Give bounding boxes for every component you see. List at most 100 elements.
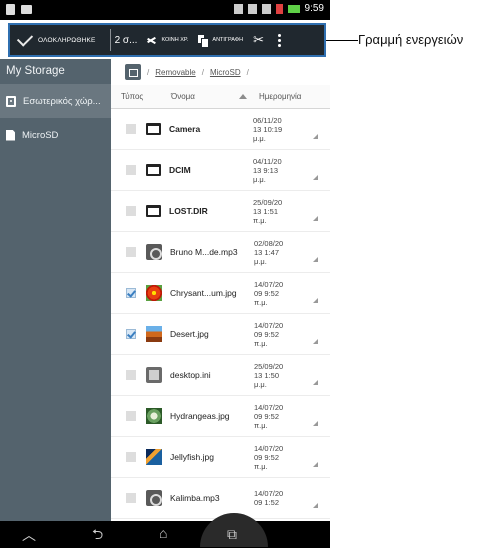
file-date: 04/11/20 13 9:13 μ.μ.: [253, 156, 282, 184]
file-row[interactable]: Bruno M...de.mp3 02/08/20 13 1:47 μ.μ.: [111, 232, 330, 273]
folder-icon: [146, 164, 161, 176]
action-bar-divider: [109, 29, 111, 51]
sidebar-item-internal-storage[interactable]: Εσωτερικός χώρ...: [0, 84, 111, 118]
row-menu-indicator-icon[interactable]: [313, 175, 318, 180]
alert-icon: [275, 3, 283, 14]
copy-icon: [198, 34, 210, 48]
file-date: 25/09/20 13 1:51 π.μ.: [253, 197, 283, 225]
file-name: LOST.DIR: [169, 206, 208, 216]
file-date: 02/08/20 13 1:47 μ.μ.: [254, 238, 284, 266]
file-row[interactable]: Hydrangeas.jpg 14/07/20 09 9:52 π.μ.: [111, 396, 330, 437]
done-button[interactable]: ΟΛΟΚΛΗΡΩΘΗΚΕ: [10, 25, 104, 55]
image-thumbnail-icon: [146, 449, 162, 465]
file-row[interactable]: Kalimba.mp3 14/07/20 09 1:52: [111, 478, 330, 519]
file-name: DCIM: [169, 165, 191, 175]
file-name: Chrysant...um.jpg: [170, 288, 237, 298]
row-menu-indicator-icon[interactable]: [313, 257, 318, 262]
sidebar-item-label: Εσωτερικός χώρ...: [23, 95, 101, 107]
file-row[interactable]: Camera 06/11/20 13 10:19 μ.μ.: [111, 109, 330, 150]
callout-label: Γραμμή ενεργειών: [358, 32, 464, 47]
file-checkbox[interactable]: [126, 452, 136, 462]
collapse-icon[interactable]: ︿: [22, 527, 36, 543]
file-date: 14/07/20 09 1:52: [254, 489, 284, 507]
copy-button[interactable]: ΑΝΤΙΓΡΑΦΗ: [198, 34, 244, 48]
sidebar: My Storage Εσωτερικός χώρ... MicroSD: [0, 59, 111, 521]
home-icon[interactable]: ⌂: [159, 525, 167, 541]
breadcrumb-removable[interactable]: Removable: [155, 68, 195, 77]
row-menu-indicator-icon[interactable]: [313, 421, 318, 426]
wifi-icon: [247, 3, 257, 14]
copy-label: ΑΝΤΙΓΡΑΦΗ: [212, 37, 244, 43]
file-checkbox[interactable]: [126, 493, 136, 503]
recent-apps-icon[interactable]: ⧉: [227, 526, 237, 542]
breadcrumb-microsd[interactable]: MicroSD: [210, 68, 241, 77]
file-name: Bruno M...de.mp3: [170, 247, 238, 257]
selected-count[interactable]: 2 σ...: [115, 35, 138, 46]
column-header: Τύπος Όνομα Ημερομηνία: [111, 85, 330, 109]
file-name: Kalimba.mp3: [170, 493, 220, 503]
file-checkbox[interactable]: [126, 329, 136, 339]
device-icon: [6, 95, 16, 107]
storage-location-icon[interactable]: [125, 64, 141, 80]
file-date: 14/07/20 09 9:52 π.μ.: [254, 279, 284, 307]
file-checkbox[interactable]: [126, 288, 136, 298]
file-date: 25/09/20 13 1:50 μ.μ.: [254, 361, 284, 389]
image-thumbnail-icon: [146, 408, 162, 424]
check-icon: [16, 29, 34, 47]
file-row[interactable]: Chrysant...um.jpg 14/07/20 09 9:52 π.μ.: [111, 273, 330, 314]
status-bar: 9:59: [0, 0, 330, 20]
notification-icon: [6, 4, 15, 15]
more-options-icon[interactable]: [278, 33, 282, 47]
row-menu-indicator-icon[interactable]: [313, 462, 318, 467]
signal-icon: [261, 3, 271, 14]
share-icon: [147, 35, 157, 45]
file-row[interactable]: LOST.DIR 25/09/20 13 1:51 π.μ.: [111, 191, 330, 232]
sidebar-item-label: MicroSD: [22, 129, 59, 141]
music-file-icon: [146, 244, 162, 260]
row-menu-indicator-icon[interactable]: [313, 503, 318, 508]
file-row[interactable]: Desert.jpg 14/07/20 09 9:52 π.μ.: [111, 314, 330, 355]
file-checkbox[interactable]: [126, 411, 136, 421]
file-list-panel: / Removable / MicroSD / Τύπος Όνομα Ημερ…: [111, 59, 330, 521]
notification-icon: [21, 5, 32, 14]
callout-line: [326, 40, 358, 41]
file-name: Jellyfish.jpg: [170, 452, 214, 462]
done-label: ΟΛΟΚΛΗΡΩΘΗΚΕ: [38, 36, 96, 44]
row-menu-indicator-icon[interactable]: [313, 134, 318, 139]
share-button[interactable]: ΚΟΙΝΗ ΧΡ.: [147, 35, 188, 45]
column-date[interactable]: Ημερομηνία: [255, 92, 330, 101]
file-checkbox[interactable]: [126, 247, 136, 257]
file-checkbox[interactable]: [126, 124, 136, 134]
back-icon[interactable]: ⮌: [92, 526, 103, 542]
cut-icon[interactable]: ✂: [253, 32, 264, 48]
file-checkbox[interactable]: [126, 370, 136, 380]
file-checkbox[interactable]: [126, 206, 136, 216]
file-date: 14/07/20 09 9:52 π.μ.: [254, 443, 284, 471]
column-type[interactable]: Τύπος: [111, 92, 171, 101]
device-screen: 9:59 ΟΛΟΚΛΗΡΩΘΗΚΕ 2 σ... ΚΟΙΝΗ ΧΡ. ΑΝΤΙΓ…: [0, 0, 330, 548]
row-menu-indicator-icon[interactable]: [313, 380, 318, 385]
sidebar-title: My Storage: [6, 65, 65, 77]
mute-icon: [233, 3, 243, 14]
file-row[interactable]: Jellyfish.jpg 14/07/20 09 9:52 π.μ.: [111, 437, 330, 478]
sidebar-item-microsd[interactable]: MicroSD: [0, 118, 111, 152]
image-thumbnail-icon: [146, 326, 162, 342]
file-row[interactable]: DCIM 04/11/20 13 9:13 μ.μ.: [111, 150, 330, 191]
row-menu-indicator-icon[interactable]: [313, 298, 318, 303]
file-name: desktop.ini: [170, 370, 211, 380]
file-row[interactable]: desktop.ini 25/09/20 13 1:50 μ.μ.: [111, 355, 330, 396]
row-menu-indicator-icon[interactable]: [313, 216, 318, 221]
status-time: 9:59: [304, 3, 324, 14]
folder-icon: [146, 205, 161, 217]
column-name[interactable]: Όνομα: [171, 92, 255, 101]
music-file-icon: [146, 490, 162, 506]
status-indicators: 9:59: [233, 3, 324, 14]
column-name-label: Όνομα: [171, 92, 195, 101]
row-menu-indicator-icon[interactable]: [313, 339, 318, 344]
breadcrumb: / Removable / MicroSD /: [111, 59, 330, 85]
file-checkbox[interactable]: [126, 165, 136, 175]
action-bar: ΟΛΟΚΛΗΡΩΘΗΚΕ 2 σ... ΚΟΙΝΗ ΧΡ. ΑΝΤΙΓΡΑΦΗ …: [8, 23, 326, 57]
file-date: 06/11/20 13 10:19 μ.μ.: [253, 115, 283, 143]
image-thumbnail-icon: [146, 285, 162, 301]
status-notifications: [6, 4, 32, 15]
